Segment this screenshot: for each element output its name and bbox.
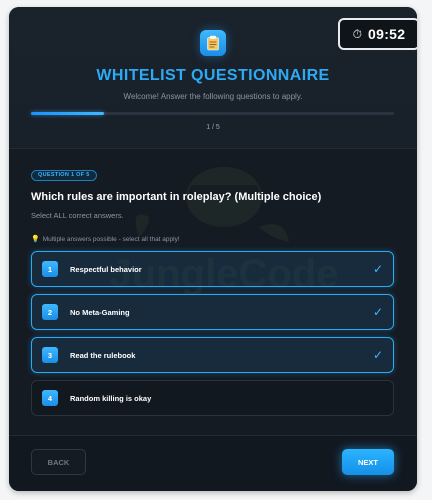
progress-fill — [31, 112, 104, 115]
answer-option[interactable]: 3 Read the rulebook ✓ — [31, 337, 394, 373]
question-text: Which rules are important in roleplay? (… — [31, 191, 322, 203]
hint-text: Multiple answers possible - select all t… — [42, 235, 180, 243]
next-button[interactable]: NEXT — [342, 449, 394, 475]
option-label: Respectful behavior — [70, 264, 142, 274]
option-label: Read the rulebook — [70, 350, 136, 360]
answer-option[interactable]: 4 Random killing is okay ✓ — [31, 380, 394, 416]
option-number-badge: 4 — [42, 390, 58, 406]
header: ⏱ 09:52 WHITELIST QUESTIONNAIRE Welcome!… — [9, 7, 417, 149]
question-badge: QUESTION 1 OF 5 — [31, 170, 97, 181]
option-number-badge: 3 — [42, 347, 58, 363]
hint: 💡 Multiple answers possible - select all… — [31, 235, 180, 244]
clipboard-icon — [200, 30, 226, 56]
questionnaire-card: ⏱ 09:52 WHITELIST QUESTIONNAIRE Welcome!… — [9, 7, 417, 491]
answer-option[interactable]: 1 Respectful behavior ✓ — [31, 251, 394, 287]
option-label: Random killing is okay — [70, 393, 152, 403]
lightbulb-icon: 💡 — [31, 236, 40, 243]
answer-option[interactable]: 2 No Meta-Gaming ✓ — [31, 294, 394, 330]
option-number-badge: 1 — [42, 261, 58, 277]
option-number-badge: 2 — [42, 304, 58, 320]
timer: ⏱ 09:52 — [338, 18, 417, 50]
checkmark-icon: ✓ — [372, 348, 383, 362]
page-title: WHITELIST QUESTIONNAIRE — [96, 67, 330, 84]
stopwatch-icon: ⏱ — [352, 26, 363, 41]
option-label: No Meta-Gaming — [70, 307, 130, 317]
progress-bar — [31, 112, 394, 115]
checkmark-icon: ✓ — [372, 305, 383, 319]
footer: BACK NEXT — [9, 435, 417, 491]
progress-label: 1 / 5 — [206, 124, 220, 131]
checkmark-icon: ✓ — [372, 262, 383, 276]
page-subtitle: Welcome! Answer the following questions … — [123, 92, 303, 101]
back-button[interactable]: BACK — [31, 449, 86, 475]
question-instruction: Select ALL correct answers. — [31, 211, 124, 220]
timer-value: 09:52 — [368, 26, 406, 42]
